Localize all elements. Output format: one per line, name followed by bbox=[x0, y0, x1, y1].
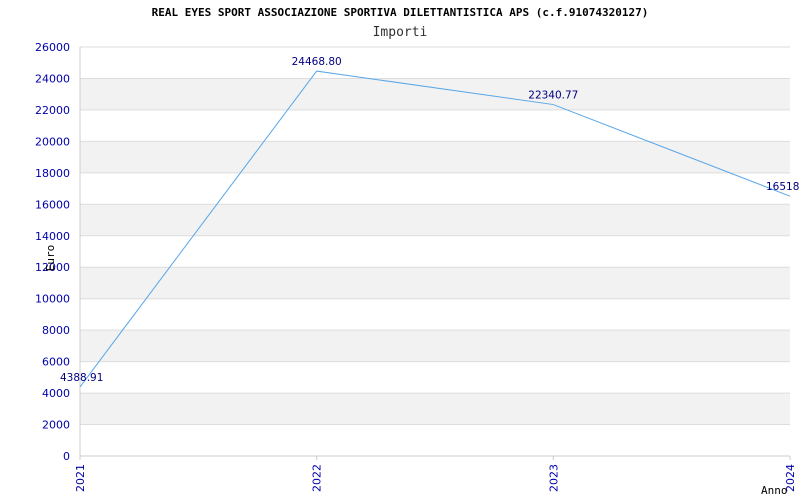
grid-band bbox=[80, 393, 790, 425]
data-label: 22340.77 bbox=[528, 90, 578, 102]
data-label: 24468.80 bbox=[292, 56, 342, 68]
y-tick-label: 2000 bbox=[42, 419, 70, 432]
y-tick-label: 24000 bbox=[35, 72, 70, 85]
grid-band bbox=[80, 204, 790, 236]
y-tick-label: 22000 bbox=[35, 104, 70, 117]
data-label: 4388.91 bbox=[60, 372, 103, 384]
x-axis-label: Anno bbox=[761, 484, 788, 497]
y-tick-label: 10000 bbox=[35, 293, 70, 306]
grid-band bbox=[80, 78, 790, 110]
y-tick-label: 16000 bbox=[35, 198, 70, 211]
x-tick-label: 2023 bbox=[547, 464, 560, 492]
x-tick-label: 2022 bbox=[311, 464, 324, 492]
y-tick-label: 26000 bbox=[35, 41, 70, 54]
y-tick-label: 18000 bbox=[35, 167, 70, 180]
x-tick-label: 2021 bbox=[74, 464, 87, 492]
y-tick-label: 20000 bbox=[35, 135, 70, 148]
y-tick-label: 6000 bbox=[42, 356, 70, 369]
y-tick-label: 4000 bbox=[42, 387, 70, 400]
line-chart: 0200040006000800010000120001400016000180… bbox=[35, 41, 800, 497]
grid-band bbox=[80, 141, 790, 173]
grid-band bbox=[80, 267, 790, 299]
y-tick-label: 8000 bbox=[42, 324, 70, 337]
y-tick-label: 0 bbox=[63, 450, 70, 463]
y-tick-label: 14000 bbox=[35, 230, 70, 243]
y-axis-label: Euro bbox=[44, 245, 57, 272]
data-label: 16518.3 bbox=[766, 181, 800, 193]
grid-band bbox=[80, 330, 790, 362]
